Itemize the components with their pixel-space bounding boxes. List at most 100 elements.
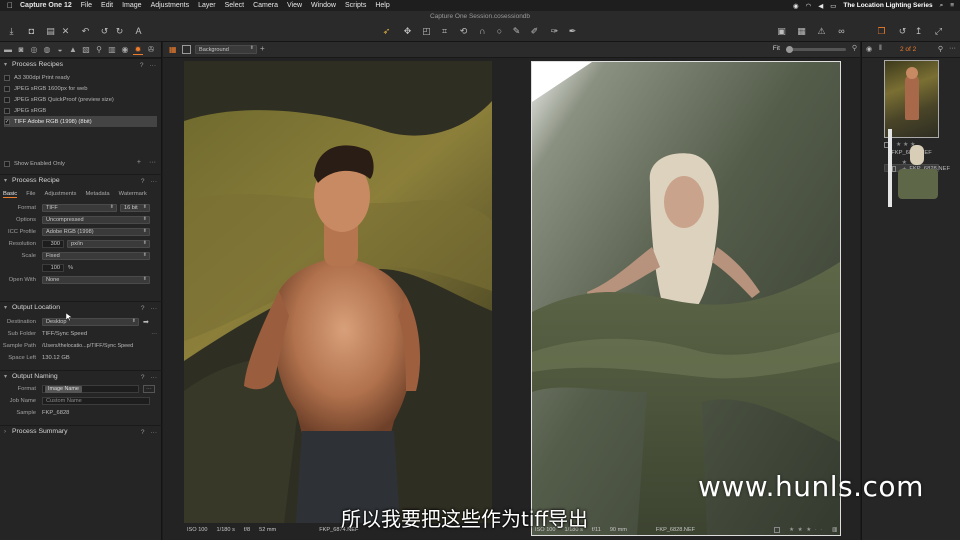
scale-select[interactable]: Fixed ⬍ xyxy=(42,252,150,260)
menu-image[interactable]: Image xyxy=(122,2,141,9)
process-recipe-header[interactable]: ▾ Process Recipe ? ··· xyxy=(0,174,162,186)
stack-icon[interactable]: ❐ xyxy=(876,26,887,37)
process-recipes-header[interactable]: ▾ Process Recipes ? ··· xyxy=(0,58,161,70)
eye-icon[interactable]: ◉ xyxy=(866,45,872,53)
annotation-tool-icon[interactable]: ✒ xyxy=(567,26,578,37)
recipe-item[interactable]: JPEG sRGB 1600px for web xyxy=(4,83,157,94)
thumbnail[interactable]: ★ ★ ★ FKP_6874.NEF xyxy=(884,60,939,156)
more-icon[interactable]: ··· xyxy=(151,178,158,185)
status-icon[interactable]: ◉ xyxy=(793,2,799,10)
pause-icon[interactable]: ‖ xyxy=(879,45,882,52)
metadata-tab-icon[interactable]: ◉ xyxy=(120,45,130,55)
open-with-select[interactable]: None ⬍ xyxy=(42,276,150,284)
show-enabled-checkbox[interactable] xyxy=(4,161,10,167)
naming-format-field[interactable]: Image Name xyxy=(42,385,139,393)
fullscreen-icon[interactable]: ⤢ xyxy=(933,26,944,37)
import-icon[interactable]: ⤓ xyxy=(6,26,17,37)
add-recipe-icon[interactable]: + xyxy=(137,159,141,166)
menu-app-name[interactable]: Capture One 12 xyxy=(20,2,72,9)
recipe-checkbox[interactable] xyxy=(4,74,10,81)
crop-tool-icon[interactable]: ⌗ xyxy=(439,26,450,37)
rotate-tool-icon[interactable]: ⟲ xyxy=(458,26,469,37)
background-select[interactable]: Background ⬍ xyxy=(195,45,257,54)
format-select[interactable]: TIFF ⬍ xyxy=(42,204,117,212)
keystone-tool-icon[interactable]: ∩ xyxy=(477,26,488,37)
undo-icon[interactable]: ↶ xyxy=(80,26,91,37)
tab-basic[interactable]: Basic xyxy=(3,191,18,198)
text-tool-icon[interactable]: A xyxy=(133,26,144,37)
export-folder-icon[interactable]: ▤ xyxy=(45,26,56,37)
local-tab-icon[interactable]: ▧ xyxy=(81,45,91,55)
star-rating[interactable]: ★ ★ ★ · · xyxy=(789,527,823,533)
search-icon[interactable]: ⚲ xyxy=(938,45,943,53)
multi-view-icon[interactable]: ▦ xyxy=(169,45,178,54)
subfolder-more-icon[interactable]: ··· xyxy=(151,331,157,337)
more-icon[interactable]: ··· xyxy=(151,429,158,436)
resolution-input[interactable]: 300 xyxy=(42,240,64,248)
details-tab-icon[interactable]: ▲ xyxy=(68,45,78,55)
recipe-options-icon[interactable]: ··· xyxy=(149,159,156,166)
reveal-arrow-icon[interactable]: ➡ xyxy=(143,318,149,326)
picker-tool-icon[interactable]: ✑ xyxy=(549,26,560,37)
show-enabled-only-toggle[interactable]: Show Enabled Only xyxy=(4,159,65,169)
recipe-checkbox[interactable] xyxy=(4,96,10,103)
more-icon[interactable]: ··· xyxy=(151,305,158,312)
single-view-icon[interactable] xyxy=(182,45,191,54)
more-icon[interactable]: ··· xyxy=(150,62,157,69)
recipe-checkbox[interactable] xyxy=(4,85,10,92)
search-tab-icon[interactable]: ⚲ xyxy=(94,45,104,55)
tab-file[interactable]: File xyxy=(26,191,35,197)
recipe-item[interactable]: JPEG sRGB QuickProof (preview size) xyxy=(4,94,157,105)
library-tab-icon[interactable]: ▬ xyxy=(3,45,13,55)
capture-tool-icon[interactable]: ◰ xyxy=(421,26,432,37)
brush-tool-icon[interactable]: ✎ xyxy=(511,26,522,37)
warning-icon[interactable]: ⚠ xyxy=(816,26,827,37)
photo-primary[interactable] xyxy=(184,61,492,523)
eraser-tool-icon[interactable]: ✐ xyxy=(529,26,540,37)
zoom-slider-knob[interactable] xyxy=(786,46,793,53)
reset-icon[interactable]: ↺ xyxy=(897,26,908,37)
menu-adjustments[interactable]: Adjustments xyxy=(151,2,190,9)
recipe-checkbox[interactable] xyxy=(4,107,10,114)
menu-select[interactable]: Select xyxy=(225,2,244,9)
tab-watermark[interactable]: Watermark xyxy=(119,191,147,197)
job-name-input[interactable]: Custom Name xyxy=(42,397,150,405)
tab-adjustments[interactable]: Adjustments xyxy=(45,191,77,197)
apple-icon[interactable]:  xyxy=(0,1,20,10)
subfolder-value[interactable]: TIFF/Sync Speed xyxy=(42,331,87,337)
zoom-magnifier-icon[interactable]: ⚲ xyxy=(852,44,857,52)
color-tag-icon[interactable]: ▥ xyxy=(832,527,837,533)
add-icon[interactable]: + xyxy=(260,44,265,53)
spot-tool-icon[interactable]: ○ xyxy=(494,26,505,37)
redo-icon[interactable]: ↻ xyxy=(114,26,125,37)
delete-icon[interactable]: ✕ xyxy=(60,26,71,37)
camera-icon[interactable]: ◘ xyxy=(26,26,37,37)
menu-view[interactable]: View xyxy=(287,2,302,9)
battery-icon[interactable]: ▭ xyxy=(830,2,836,10)
help-icon[interactable]: ? xyxy=(141,374,145,381)
menu-window[interactable]: Window xyxy=(311,2,336,9)
color-tab-icon[interactable]: ◍ xyxy=(42,45,52,55)
search-icon[interactable]: ⌕ xyxy=(940,2,944,10)
wifi-icon[interactable]: ◠ xyxy=(806,2,812,10)
copy-adjustments-icon[interactable]: ↥ xyxy=(913,26,924,37)
menu-scripts[interactable]: Scripts xyxy=(345,2,366,9)
photo-secondary-selected[interactable] xyxy=(531,61,841,536)
output-naming-header[interactable]: ▾ Output Naming ? ··· xyxy=(0,370,162,382)
help-icon[interactable]: ? xyxy=(140,62,144,69)
volume-icon[interactable]: ◀ xyxy=(818,2,823,10)
thumbnail-selected[interactable]: ★ ★ ★ FKP_6828.NEF xyxy=(884,129,950,207)
pointer-tool-icon[interactable]: ➶ xyxy=(381,26,392,37)
naming-format-more[interactable]: ··· xyxy=(143,385,155,393)
lens-tab-icon[interactable]: ◎ xyxy=(29,45,39,55)
pan-tool-icon[interactable]: ✥ xyxy=(402,26,413,37)
output-tab-icon[interactable]: ✹ xyxy=(133,45,143,55)
more-icon[interactable]: ··· xyxy=(151,374,158,381)
recipe-item[interactable]: JPEG sRGB xyxy=(4,105,157,116)
thumbnail-checkbox[interactable] xyxy=(892,166,896,172)
destination-select[interactable]: Desktop ⬍ xyxy=(42,318,139,326)
menu-help[interactable]: Help xyxy=(375,2,389,9)
options-select[interactable]: Uncompressed ⬍ xyxy=(42,216,150,224)
menu-edit[interactable]: Edit xyxy=(101,2,113,9)
recipe-checkbox-checked[interactable]: ✓ xyxy=(4,118,10,125)
